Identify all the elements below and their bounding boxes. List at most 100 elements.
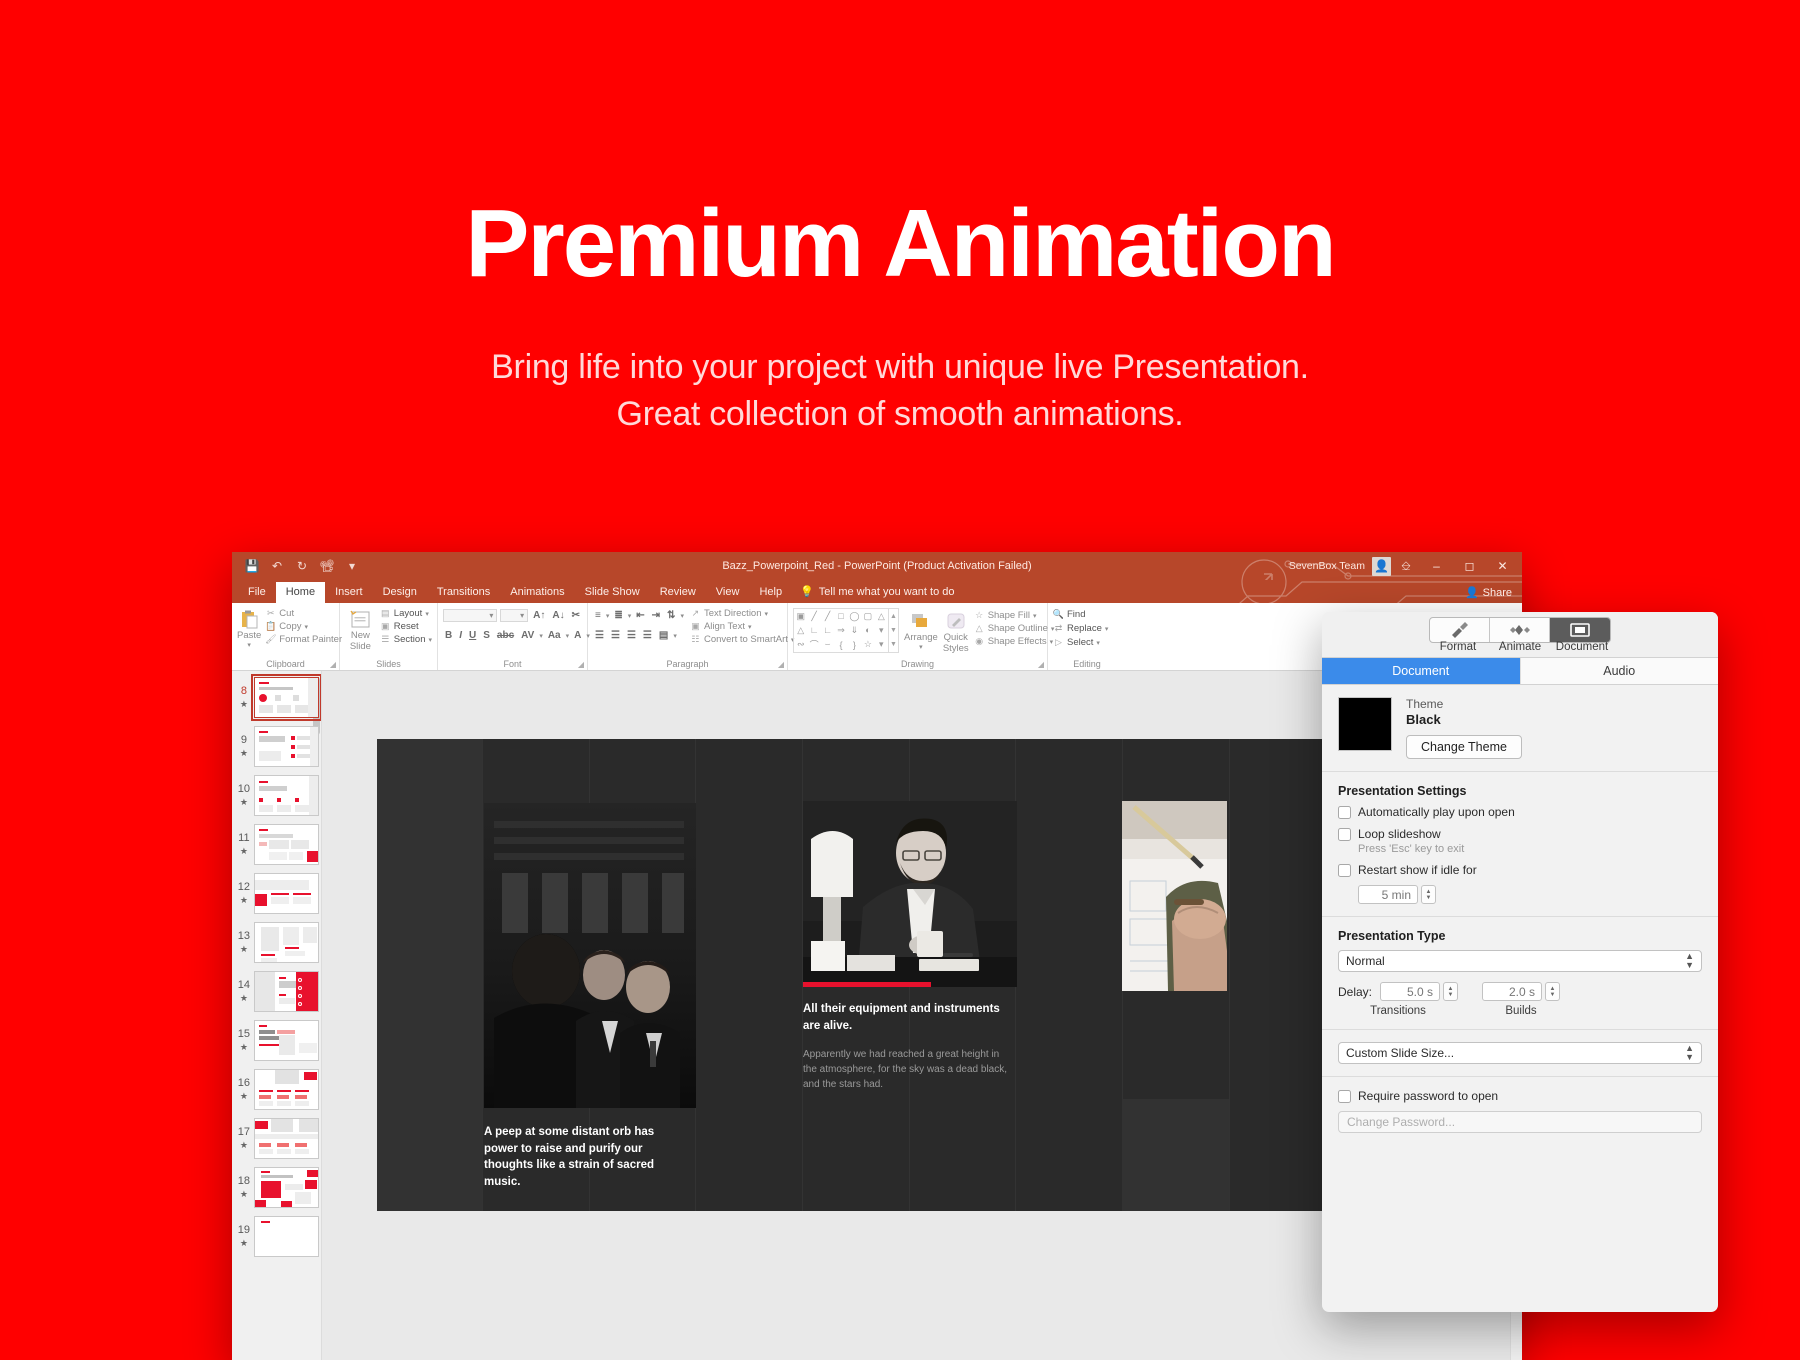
left-brace-shape-icon[interactable]: {	[839, 640, 842, 650]
ribbon-tab-bar[interactable]: File Home Insert Design Transitions Anim…	[232, 580, 1522, 603]
slide-thumbnail[interactable]	[253, 922, 319, 963]
shape-effects-button[interactable]: ◉ Shape Effects ▾	[974, 636, 1055, 647]
tab-document[interactable]: Document	[1322, 658, 1521, 684]
restart-row[interactable]: Restart show if idle for	[1338, 863, 1702, 877]
slide-thumbnail[interactable]	[253, 775, 319, 816]
decrease-font-size-icon[interactable]: A↓	[550, 610, 566, 621]
list-item[interactable]: 11 ★	[232, 824, 321, 873]
format-painter-button[interactable]: 🖌 Format Painter	[265, 634, 342, 645]
quick-styles-button[interactable]: Quick Styles	[943, 608, 969, 655]
shadow-button[interactable]: S	[481, 630, 492, 641]
slide-thumbnail[interactable]	[253, 873, 319, 914]
align-left-icon[interactable]: ☰	[593, 630, 606, 641]
account-name[interactable]: SevenBox Team	[1289, 560, 1365, 572]
stepper-arrows-icon[interactable]: ▲ ▼	[1545, 982, 1561, 1001]
loop-checkbox[interactable]	[1338, 828, 1351, 841]
font-name-input[interactable]: ▾	[443, 609, 498, 622]
ribbon-display-options-icon[interactable]: ⎒	[1393, 555, 1419, 577]
inspector-tab-bar[interactable]: Document Audio	[1322, 658, 1718, 685]
slide-thumbnail[interactable]	[253, 824, 319, 865]
paragraph-dialog-launcher-icon[interactable]: ◢	[778, 660, 784, 669]
character-spacing-button[interactable]: AV	[519, 630, 536, 641]
shapes-gallery[interactable]: ▣ ╱ ╱ □ ◯ ▢ △ △ ∟ ∟ ⇒ ⇓ ◐ ▾ ∾ ⌒ ⌣ {} ☆ …	[793, 608, 889, 653]
inspector-segment-bar[interactable]: Format Animate Document	[1322, 612, 1718, 658]
hand-drawing-blueprint-photo[interactable]	[1122, 801, 1227, 991]
list-item[interactable]: 14 ★	[232, 971, 321, 1020]
decrease-indent-icon[interactable]: ⇤	[634, 610, 646, 621]
segment-document[interactable]	[1550, 618, 1610, 642]
line-shape-icon[interactable]: ╱	[811, 611, 816, 622]
tab-audio[interactable]: Audio	[1521, 658, 1719, 684]
list-item[interactable]: 16 ★	[232, 1069, 321, 1118]
slide-center-body[interactable]: Apparently we had reached a great height…	[803, 1047, 1013, 1092]
list-item[interactable]: 17 ★	[232, 1118, 321, 1167]
section-button[interactable]: ☰ Section ▾	[380, 634, 432, 645]
slide-thumbnail[interactable]	[250, 674, 321, 721]
avatar[interactable]: 👤	[1372, 556, 1391, 576]
builds-delay-value[interactable]: 2.0 s	[1482, 982, 1543, 1001]
shape-outline-button[interactable]: △ Shape Outline ▾	[974, 623, 1055, 634]
convert-to-smartart-button[interactable]: ☷ Convert to SmartArt ▾	[690, 634, 794, 645]
elbow-shape-icon[interactable]: ∟	[810, 625, 819, 635]
businessmen-conversation-photo[interactable]	[484, 803, 696, 1108]
clipboard-dialog-launcher-icon[interactable]: ◢	[330, 660, 336, 669]
tab-insert[interactable]: Insert	[325, 582, 373, 603]
close-button[interactable]: ✕	[1487, 554, 1518, 578]
bullets-icon[interactable]: ≡	[593, 610, 603, 621]
scroll-up-icon[interactable]: ▲	[890, 613, 897, 620]
segment-format[interactable]	[1430, 618, 1490, 642]
triangle-shape-icon[interactable]: △	[797, 625, 804, 636]
tab-review[interactable]: Review	[650, 582, 706, 603]
shapes-gallery-scrollbar[interactable]: ▲ ▼ ▼	[889, 608, 899, 653]
autoplay-row[interactable]: Automatically play upon open	[1338, 805, 1702, 819]
down-arrow-shape-icon[interactable]: ⇓	[851, 625, 859, 636]
right-arrow-shape-icon[interactable]: ⇒	[837, 625, 845, 636]
font-color-button[interactable]: A	[572, 630, 583, 641]
cut-button[interactable]: ✂ Cut	[265, 608, 342, 619]
paste-button[interactable]: Paste ▾	[237, 606, 261, 650]
scroll-down-icon[interactable]: ▼	[890, 627, 897, 634]
shapes-more-icon[interactable]: ▾	[879, 639, 884, 650]
slide-thumbnail[interactable]	[253, 726, 319, 767]
underline-button[interactable]: U	[467, 630, 478, 641]
chevron-down-icon[interactable]: ▾	[566, 632, 570, 640]
slide-left-caption[interactable]: A peep at some distant orb has power to …	[484, 1124, 689, 1191]
pie-shape-icon[interactable]: ◐	[865, 625, 870, 635]
chevron-down-icon[interactable]: ▾	[247, 642, 251, 650]
stepper-arrows-icon[interactable]: ▲ ▼	[1421, 885, 1436, 904]
slide-thumbnail[interactable]	[253, 1020, 319, 1061]
font-dialog-launcher-icon[interactable]: ◢	[578, 660, 584, 669]
columns-icon[interactable]: ▤	[657, 630, 670, 641]
slide-thumbnail[interactable]	[253, 1216, 319, 1257]
arrange-button[interactable]: Arrange ▾	[904, 608, 938, 655]
list-item[interactable]: 10 ★	[232, 775, 321, 824]
layout-button[interactable]: ▤ Layout ▾	[380, 608, 432, 619]
slide-thumbnail[interactable]	[253, 1069, 319, 1110]
autoplay-checkbox[interactable]	[1338, 806, 1351, 819]
oval-shape-icon[interactable]: ◯	[849, 611, 859, 622]
replace-button[interactable]: ⇄ Replace ▾	[1053, 623, 1121, 634]
require-password-checkbox[interactable]	[1338, 1090, 1351, 1103]
slide-center-heading[interactable]: All their equipment and instruments are …	[803, 1001, 1008, 1034]
find-button[interactable]: 🔍 Find	[1053, 609, 1121, 620]
slide-thumbnail[interactable]	[253, 1118, 319, 1159]
bold-button[interactable]: B	[443, 630, 454, 641]
tab-view[interactable]: View	[706, 582, 750, 603]
stepper-arrows-icon[interactable]: ▲ ▼	[1443, 982, 1459, 1001]
strikethrough-button[interactable]: abc	[495, 630, 516, 641]
slide-thumbnail[interactable]	[253, 1167, 319, 1208]
inspector-segments[interactable]	[1429, 617, 1611, 643]
list-item[interactable]: 13 ★	[232, 922, 321, 971]
list-item[interactable]: 8 ★	[232, 674, 321, 726]
arrow-shape-icon[interactable]: ╱	[825, 611, 830, 622]
right-brace-shape-icon[interactable]: }	[853, 640, 856, 650]
change-password-button[interactable]: Change Password...	[1338, 1111, 1702, 1133]
freeform-shape-icon[interactable]: ∾	[797, 639, 805, 650]
minimize-button[interactable]: –	[1421, 554, 1452, 578]
chevron-down-icon[interactable]: ▾	[919, 644, 923, 652]
slide-size-select[interactable]: Custom Slide Size... ▲ ▼	[1338, 1042, 1702, 1064]
drawing-dialog-launcher-icon[interactable]: ◢	[1038, 660, 1044, 669]
clear-formatting-icon[interactable]: ✂	[570, 610, 582, 621]
change-theme-button[interactable]: Change Theme	[1406, 735, 1522, 759]
tab-design[interactable]: Design	[373, 582, 427, 603]
